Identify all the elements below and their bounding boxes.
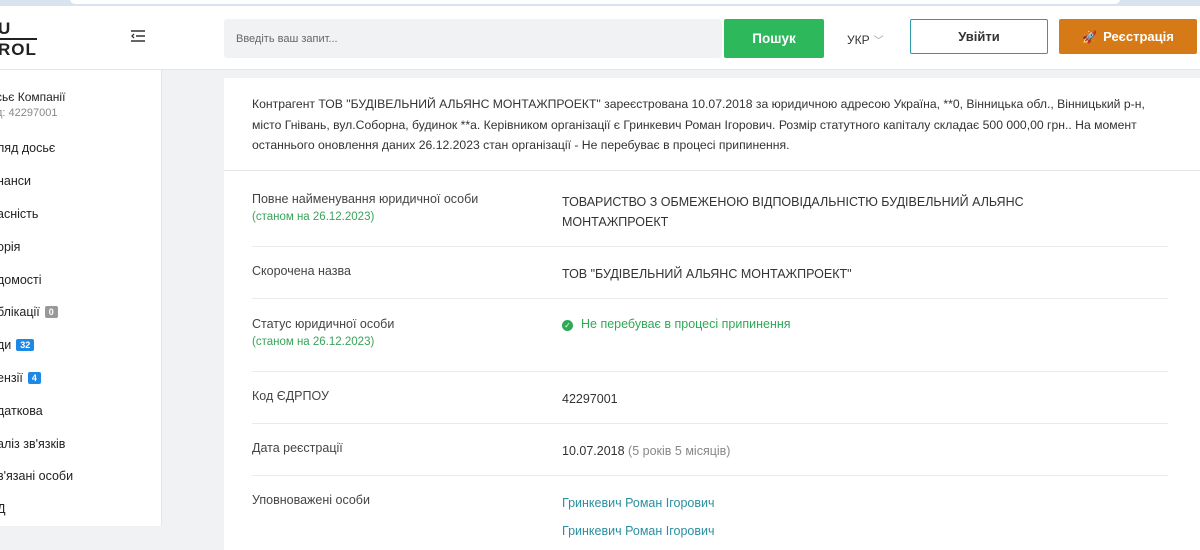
sidebar-item-label: ензії	[0, 370, 23, 385]
logo-line-1: U	[0, 19, 12, 38]
short-name-value: ТОВ "БУДІВЕЛЬНИЙ АЛЬЯНС МОНТАЖПРОЕКТ"	[562, 267, 852, 281]
menu-collapse-icon[interactable]	[130, 28, 146, 44]
detail-label: Статус юридичної особи (станом на 26.12.2…	[252, 317, 552, 348]
authorized-person-link[interactable]: Гринкевич Роман Ігорович	[562, 493, 1122, 513]
sidebar-item-label: ди	[0, 338, 12, 353]
register-label: Реєстрація	[1103, 29, 1174, 44]
sidebar-item-label: даткова	[0, 403, 43, 418]
full-name-value: ТОВАРИСТВО З ОБМЕЖЕНОЮ ВІДПОВІДАЛЬНІСТЮ …	[562, 195, 1024, 229]
detail-label: Повне найменування юридичної особи (стано…	[252, 192, 552, 223]
publications-count-badge: 0	[44, 306, 58, 319]
registration-date: 10.07.2018	[562, 444, 625, 458]
sidebar-item-info[interactable]: домості	[0, 263, 161, 296]
language-label: УКР	[847, 33, 870, 47]
sidebar-item-publications[interactable]: блікації 0	[0, 296, 161, 329]
status-text: Не перебуває в процесі припинення	[581, 317, 791, 331]
rocket-icon: 🚀	[1082, 30, 1098, 44]
sidebar-item-label: нанси	[0, 174, 31, 189]
sidebar-item-label: блікації	[0, 305, 40, 320]
logo-line-2: ROL	[0, 38, 37, 59]
registration-duration: (5 років 5 місяців)	[628, 444, 731, 458]
logo[interactable]: U ROL	[0, 20, 37, 58]
edrpou-label: Код ЄДРПОУ	[252, 389, 329, 403]
sidebar-item-label: асність	[0, 206, 39, 221]
sidebar-item-ownership[interactable]: асність	[0, 198, 161, 231]
full-name-label: Повне найменування юридичної особи	[252, 192, 479, 206]
search-input[interactable]	[224, 19, 674, 58]
sidebar-menu: сьє Компанії д: 42297001 ляд досьє нанси…	[0, 70, 162, 526]
sidebar-item-d[interactable]: Д	[0, 493, 161, 526]
sidebar-subtitle: д: 42297001	[0, 107, 58, 119]
courts-count-badge: 32	[16, 339, 35, 352]
company-summary: Контрагент ТОВ "БУДІВЕЛЬНИЙ АЛЬЯНС МОНТА…	[252, 97, 1145, 152]
sidebar-item-related-persons[interactable]: в'язані особи	[0, 460, 161, 493]
divider	[224, 170, 1200, 171]
short-name-label: Скорочена назва	[252, 264, 351, 278]
language-select[interactable]: УКР ﹀	[847, 32, 884, 47]
row-divider	[252, 475, 1168, 476]
status-value: ✓ Не перебуває в процесі припинення	[562, 314, 1122, 334]
sidebar-item-courts[interactable]: ди 32	[0, 329, 161, 362]
header: ? Пошук УКР﹀ Увійти 🚀 Реєстрація	[162, 6, 1200, 70]
registration-date-label: Дата реєстрації	[252, 441, 343, 455]
sidebar-item-history[interactable]: орія	[0, 230, 161, 263]
edrpou-value: 42297001	[562, 392, 618, 406]
sidebar-item-label: ляд досьє	[0, 141, 56, 156]
sidebar-bottom	[0, 526, 162, 550]
sidebar-item-label: Д	[0, 502, 6, 517]
register-button[interactable]: 🚀 Реєстрація	[1059, 19, 1197, 54]
sidebar-item-tax[interactable]: даткова	[0, 394, 161, 427]
authorized-list: Гринкевич Роман Ігорович Гринкевич Роман…	[562, 493, 1122, 541]
logo-area: U ROL	[0, 6, 162, 70]
status-label: Статус юридичної особи	[252, 317, 395, 331]
row-divider	[252, 246, 1168, 247]
authorized-label: Уповноважені особи	[252, 493, 370, 507]
search-button[interactable]: Пошук	[724, 19, 824, 58]
search-box: ?	[224, 19, 768, 58]
full-name-as-of: (станом на 26.12.2023)	[252, 211, 375, 223]
row-divider	[252, 371, 1168, 372]
sidebar-item-label: аліз зв'язків	[0, 436, 66, 451]
browser-address-pill	[70, 0, 1120, 4]
company-card: Контрагент ТОВ "БУДІВЕЛЬНИЙ АЛЬЯНС МОНТА…	[224, 78, 1200, 550]
authorized-person-link[interactable]: Гринкевич Роман Ігорович	[562, 521, 1122, 541]
sidebar-item-finance[interactable]: нанси	[0, 165, 161, 198]
sidebar-item-overview[interactable]: ляд досьє	[0, 132, 161, 165]
licenses-count-badge: 4	[27, 371, 41, 384]
sidebar-item-label: в'язані особи	[0, 469, 74, 484]
chevron-down-icon: ﹀	[873, 36, 884, 47]
row-divider	[252, 298, 1168, 299]
login-button[interactable]: Увійти	[910, 19, 1048, 54]
sidebar-title: сьє Компанії	[0, 90, 66, 104]
sidebar-item-links-analysis[interactable]: аліз зв'язків	[0, 427, 161, 460]
row-divider	[252, 423, 1168, 424]
check-circle-icon: ✓	[562, 320, 573, 331]
sidebar-item-label: орія	[0, 239, 21, 254]
sidebar: U ROL сьє Компанії д: 42297001 ляд досьє…	[0, 6, 162, 550]
registration-date-value: 10.07.2018 (5 років 5 місяців)	[562, 441, 1122, 461]
sidebar-header: сьє Компанії д: 42297001	[0, 70, 161, 132]
sidebar-item-label: домості	[0, 272, 42, 287]
status-as-of: (станом на 26.12.2023)	[252, 336, 375, 348]
sidebar-item-licenses[interactable]: ензії 4	[0, 362, 161, 395]
